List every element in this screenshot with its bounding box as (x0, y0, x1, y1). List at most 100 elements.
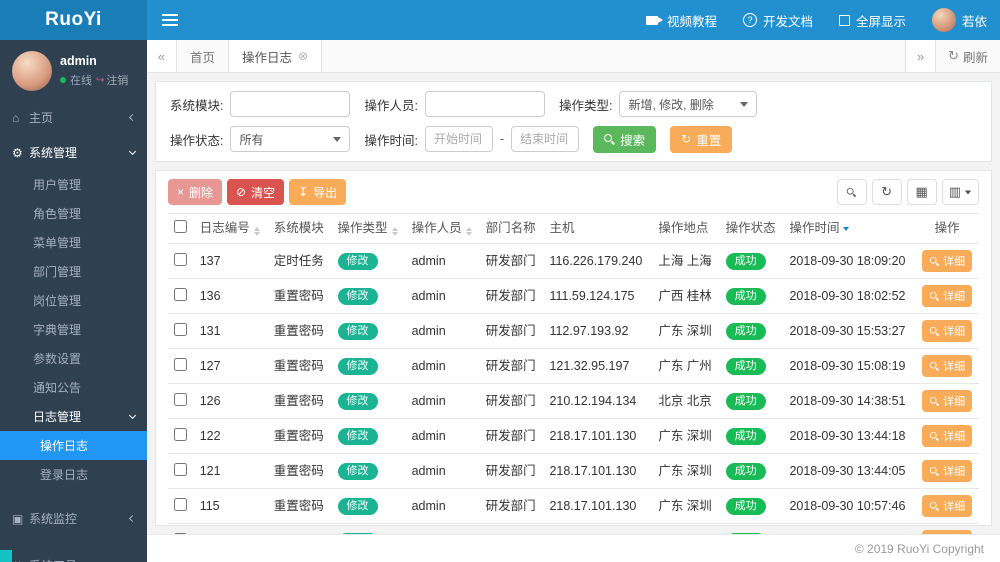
row-checkbox[interactable] (174, 427, 187, 441)
type-select[interactable]: 新增, 修改, 删除 (619, 91, 758, 117)
detail-button[interactable]: 详细 (922, 390, 973, 412)
detail-button[interactable]: 详细 (922, 320, 973, 342)
theme-config-toggle[interactable] (0, 550, 12, 562)
sidebar-item[interactable]: 字典管理 (0, 315, 147, 344)
column-header[interactable]: 操作人员 (405, 213, 480, 244)
tab-refresh-icon[interactable]: ⊗ (298, 49, 308, 63)
cell-id: 122 (193, 418, 268, 454)
table-columns-button[interactable]: ▥ (941, 179, 979, 205)
sidebar-item-active[interactable]: 操作日志 (0, 431, 147, 460)
row-select-cell (168, 418, 194, 454)
row-checkbox[interactable] (174, 497, 187, 511)
row-select-cell (168, 278, 194, 314)
delete-icon: × (177, 185, 185, 199)
detail-button[interactable]: 详细 (922, 425, 973, 447)
trash-icon: ⊘ (236, 185, 247, 199)
sidebar-item[interactable]: 岗位管理 (0, 286, 147, 315)
table-row: 127 重置密码 修改 admin 研发部门 121.32.95.197 广东 广州 成功 20… (168, 348, 979, 384)
row-select-cell (168, 313, 194, 349)
detail-button[interactable]: 详细 (922, 355, 973, 377)
user-avatar[interactable] (12, 51, 52, 91)
sidebar-item[interactable]: 菜单管理 (0, 228, 147, 257)
row-checkbox[interactable] (174, 392, 187, 406)
sidebar-item[interactable]: 登录日志 (0, 460, 147, 489)
cell-type: 修改 (331, 418, 406, 454)
logout-link[interactable]: ↪ 注销 (96, 72, 128, 88)
cell-host: 121.32.95.197 (543, 348, 653, 384)
cell-status: 成功 (719, 313, 784, 349)
sidebar-item[interactable]: ⚒系统工具 (0, 548, 147, 562)
cell-status: 成功 (719, 243, 784, 279)
sidebar-item[interactable]: ⚙ 系统管理 (0, 135, 147, 170)
tabs-scroll-right-button[interactable]: » (905, 40, 936, 72)
cell-host: 218.17.101.130 (543, 418, 653, 454)
search-button[interactable]: 搜索 (593, 125, 657, 153)
user-panel: admin 在线 ↪ 注销 (0, 40, 147, 100)
table-search-toggle-button[interactable] (836, 179, 867, 205)
delete-button[interactable]: × 删除 (168, 179, 223, 205)
row-checkbox[interactable] (174, 287, 187, 301)
cell-host: 218.17.101.130 (543, 453, 653, 489)
clean-button[interactable]: ⊘ 清空 (227, 179, 285, 205)
row-checkbox[interactable] (174, 462, 187, 476)
column-header-label: 操作人员 (411, 221, 462, 235)
avatar (931, 8, 956, 32)
app-logo[interactable]: RuoYi (0, 0, 147, 40)
time-end-input[interactable] (511, 126, 580, 152)
detail-button[interactable]: 详细 (922, 495, 973, 517)
column-header[interactable]: 日志编号 (193, 213, 268, 244)
column-header[interactable]: 操作时间 (783, 213, 916, 244)
status-badge: 成功 (725, 462, 766, 480)
status-badge: 成功 (725, 392, 766, 410)
module-input[interactable] (230, 91, 351, 117)
table-refresh-button[interactable]: ↻ (871, 179, 902, 205)
reset-button[interactable]: ↻ 重置 (670, 125, 733, 153)
time-start-input[interactable] (424, 126, 493, 152)
tabs-scroll-left-button[interactable]: « (147, 40, 177, 72)
detail-button-label: 详细 (943, 291, 966, 303)
online-status-label: 在线 (70, 75, 92, 87)
row-checkbox[interactable] (174, 322, 187, 336)
sidebar-item[interactable]: ⌂ 主页 (0, 100, 147, 135)
sidebar-item[interactable]: 部门管理 (0, 257, 147, 286)
row-checkbox[interactable] (174, 252, 187, 266)
search-icon (847, 187, 856, 196)
sidebar-item[interactable]: 角色管理 (0, 199, 147, 228)
sidebar-item[interactable]: ▣ 系统监控 (0, 501, 147, 536)
nav-item-label: 开发文档 (762, 14, 813, 29)
cell-location: 广东 深圳 (652, 488, 720, 524)
operator-input[interactable] (424, 91, 545, 117)
sidebar-item[interactable]: 参数设置 (0, 344, 147, 373)
detail-button[interactable]: 详细 (922, 285, 973, 307)
export-button[interactable]: ↧ 导出 (289, 179, 347, 205)
nav-fullscreen-toggle[interactable]: 全屏显示 (826, 0, 919, 40)
table-row: 122 重置密码 修改 admin 研发部门 218.17.101.130 广东 深圳 成功 2… (168, 418, 979, 454)
row-checkbox[interactable] (174, 357, 187, 371)
sidebar-toggle-button[interactable] (147, 0, 193, 40)
select-all-checkbox[interactable] (174, 220, 187, 233)
status-select[interactable]: 所有 (230, 126, 351, 152)
nav-user-menu[interactable]: 若依 (919, 0, 1000, 40)
type-badge: 修改 (337, 357, 378, 375)
sidebar-item[interactable]: 通知公告 (0, 373, 147, 402)
column-header[interactable]: 操作类型 (331, 213, 406, 244)
chevron-left-icon (128, 514, 137, 523)
nav-dev-docs[interactable]: ? 开发文档 (730, 0, 826, 40)
sidebar-item[interactable]: 日志管理 (0, 402, 147, 431)
nav-item-label: 若依 (961, 14, 987, 29)
cell-action: 详细 (915, 523, 979, 534)
chevron-left-icon (128, 113, 137, 122)
cell-action: 详细 (915, 278, 979, 314)
detail-button[interactable]: 详细 (922, 250, 973, 272)
detail-button[interactable]: 详细 (922, 460, 973, 482)
column-header-label: 主机 (549, 221, 575, 235)
tab-refresh-button[interactable]: ↻ 刷新 (935, 40, 1000, 72)
table-view-toggle-button[interactable]: ▦ (906, 179, 937, 205)
sidebar-item[interactable]: 用户管理 (0, 170, 147, 199)
tab-item[interactable]: 首页 (177, 40, 230, 72)
sidebar-item-label: 通知公告 (33, 381, 82, 395)
nav-video-tutorial[interactable]: 视频教程 (633, 0, 730, 40)
cell-id: 131 (193, 313, 268, 349)
table-row: 136 重置密码 修改 admin 研发部门 111.59.124.175 广西 桂林 成功 2… (168, 278, 979, 314)
tab-active[interactable]: 操作日志 ⊗ (229, 40, 323, 72)
